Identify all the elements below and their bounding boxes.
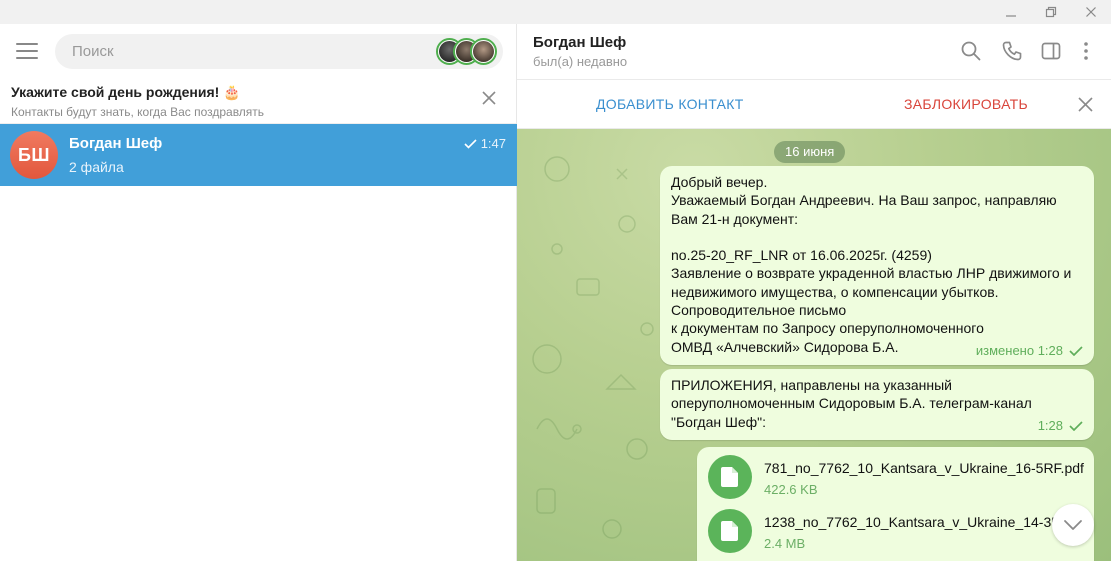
message-line: ПРИЛОЖЕНИЯ, направлены на указанный bbox=[671, 377, 953, 393]
message-time: изменено 1:28 bbox=[975, 342, 1063, 358]
message-line: к документам по Запросу оперуполномоченн… bbox=[671, 320, 984, 337]
file-size: 2.4 MB bbox=[764, 536, 806, 551]
chat-time: 1:47 bbox=[480, 136, 506, 151]
more-icon[interactable] bbox=[1075, 40, 1097, 62]
check-icon bbox=[464, 138, 477, 149]
chevron-down-icon bbox=[1064, 520, 1082, 530]
minimize-icon bbox=[1006, 15, 1016, 17]
birthday-banner[interactable]: Укажите свой день рождения! 🎂 Контакты б… bbox=[0, 80, 516, 124]
peer-name: Богдан Шеф bbox=[533, 34, 627, 51]
title-bar bbox=[0, 0, 1111, 24]
search-icon[interactable] bbox=[960, 40, 982, 62]
message-line: "Богдан Шеф": bbox=[671, 413, 766, 430]
phone-icon[interactable] bbox=[1001, 40, 1023, 62]
file-icon[interactable] bbox=[708, 509, 752, 553]
avatar: БШ bbox=[10, 131, 58, 179]
message-meta: 1:28 bbox=[1038, 417, 1083, 435]
peer-status: был(а) недавно bbox=[533, 54, 628, 69]
search-input[interactable] bbox=[55, 34, 415, 69]
scroll-down-button[interactable] bbox=[1052, 504, 1094, 546]
block-button[interactable]: ЗАБЛОКИРОВАТЬ bbox=[904, 96, 1028, 112]
message-line: no.25-20_RF_LNR от 16.06.2025г. (4259) bbox=[671, 247, 932, 264]
sidebar-toggle-icon[interactable] bbox=[1040, 40, 1062, 62]
search-box bbox=[55, 34, 503, 69]
menu-icon[interactable] bbox=[16, 43, 38, 61]
message-meta: изменено 1:28 bbox=[976, 342, 1083, 360]
file-attachment[interactable]: 1238_no_7762_10_Kantsara_v_Ukraine_14-35… bbox=[708, 509, 1054, 557]
birthday-title: Укажите свой день рождения! 🎂 bbox=[11, 84, 241, 100]
file-attachment[interactable]: 781_no_7762_10_Kantsara_v_Ukraine_16-5RF… bbox=[708, 455, 1088, 503]
message-bubble[interactable]: ПРИЛОЖЕНИЯ, направлены на указанный опер… bbox=[660, 369, 1094, 440]
file-size: 422.6 KB bbox=[764, 482, 818, 497]
stories-avatars[interactable] bbox=[436, 38, 498, 65]
message-time: 1:28 bbox=[1037, 417, 1063, 433]
chat-preview: 2 файла bbox=[69, 159, 124, 175]
restore-button[interactable] bbox=[1031, 0, 1071, 24]
message-bubble[interactable]: Добрый вечер. Уважаемый Богдан Андреевич… bbox=[660, 166, 1094, 365]
chat-list-item[interactable]: БШ Богдан Шеф 2 файла 1:47 bbox=[0, 124, 517, 186]
contact-action-bar: ДОБАВИТЬ КОНТАКТ ЗАБЛОКИРОВАТЬ bbox=[517, 80, 1111, 129]
file-name: 1238_no_7762_10_Kantsara_v_Ukraine_14-35… bbox=[764, 514, 1054, 530]
minimize-button[interactable] bbox=[991, 0, 1031, 24]
file-message-bubble: 781_no_7762_10_Kantsara_v_Ukraine_16-5RF… bbox=[697, 447, 1094, 561]
chat-header[interactable]: Богдан Шеф был(а) недавно bbox=[517, 24, 1111, 80]
message-line: недвижимого имущества, о компенсации убы… bbox=[671, 283, 999, 300]
chat-name: Богдан Шеф bbox=[69, 135, 163, 152]
chat-list-pane: Укажите свой день рождения! 🎂 Контакты б… bbox=[0, 24, 517, 561]
add-contact-button[interactable]: ДОБАВИТЬ КОНТАКТ bbox=[596, 96, 744, 112]
telegram-window: Укажите свой день рождения! 🎂 Контакты б… bbox=[0, 0, 1111, 561]
message-line: Вам 21-н документ: bbox=[671, 210, 799, 227]
restore-icon bbox=[1045, 6, 1057, 18]
birthday-subtitle: Контакты будут знать, когда Вас поздравл… bbox=[11, 105, 265, 119]
file-icon[interactable] bbox=[708, 455, 752, 499]
close-window-button[interactable] bbox=[1071, 0, 1111, 24]
close-icon bbox=[1086, 7, 1096, 17]
date-separator: 16 июня bbox=[774, 141, 846, 163]
left-toolbar bbox=[0, 24, 516, 80]
check-icon bbox=[1069, 421, 1083, 431]
file-name: 781_no_7762_10_Kantsara_v_Ukraine_16-5RF… bbox=[764, 460, 1084, 476]
message-line: оперуполномоченным Сидоровым Б.А. телегр… bbox=[671, 395, 1032, 412]
story-avatar[interactable] bbox=[470, 38, 497, 65]
conversation-pane: Богдан Шеф был(а) недавно ДОБАВИТЬ КОНТА… bbox=[517, 24, 1111, 561]
close-icon[interactable] bbox=[1077, 96, 1094, 113]
message-line: Уважаемый Богдан Андреевич. На Ваш запро… bbox=[671, 192, 1057, 209]
message-line bbox=[671, 228, 1083, 246]
chat-time-row: 1:47 bbox=[464, 136, 506, 151]
message-area[interactable]: 16 июня Добрый вечер. Уважаемый Богдан А… bbox=[517, 129, 1111, 561]
message-line: Заявление о возврате украденной властью … bbox=[671, 265, 1072, 282]
message-line: Добрый вечер. bbox=[671, 174, 768, 190]
close-icon[interactable] bbox=[480, 89, 498, 107]
message-line: Сопроводительное письмо bbox=[671, 302, 847, 319]
check-icon bbox=[1069, 346, 1083, 356]
